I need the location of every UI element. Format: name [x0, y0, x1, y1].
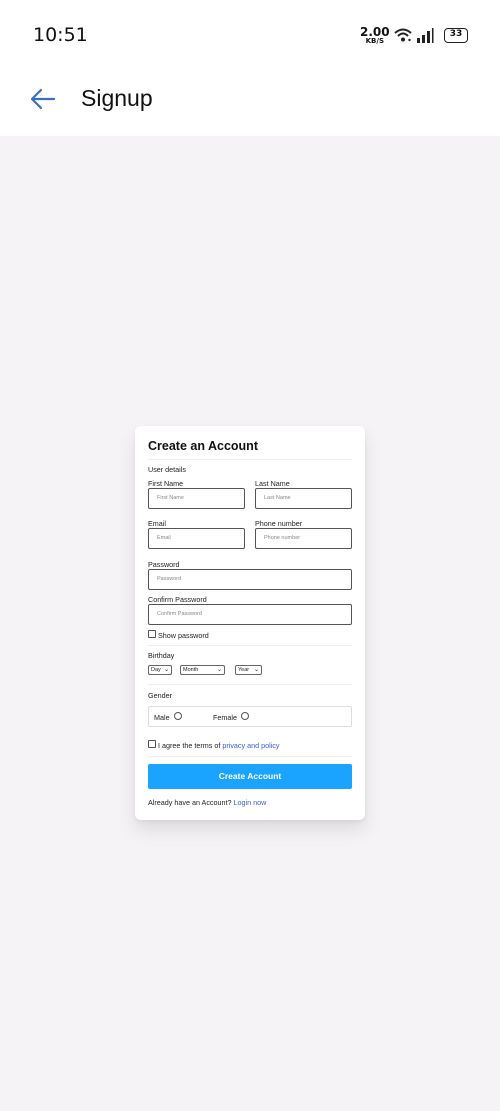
birthday-day-select[interactable]: Day ⌄	[148, 665, 172, 675]
birthday-label: Birthday	[148, 651, 175, 660]
page-title: Signup	[81, 85, 153, 111]
terms-prefix: I agree the terms of	[158, 741, 223, 750]
month-select-value: Month	[183, 667, 199, 673]
first-name-label: First Name	[148, 479, 184, 488]
app-bar: Signup	[0, 70, 500, 136]
signup-card: Create an Account User details First Nam…	[135, 426, 365, 820]
male-radio[interactable]	[174, 712, 182, 720]
female-radio[interactable]	[241, 712, 249, 720]
divider	[148, 756, 352, 757]
confirm-password-label: Confirm Password	[148, 595, 207, 604]
signal-icon	[417, 28, 434, 43]
status-bar: 10:51 2.00 KB/S 33	[0, 0, 500, 70]
email-label: Email	[148, 519, 166, 528]
email-field[interactable]: Email	[148, 528, 245, 549]
first-name-input[interactable]: First Name	[148, 488, 245, 509]
divider	[148, 684, 352, 685]
birthday-month-select[interactable]: Month ⌄	[180, 665, 225, 675]
last-name-input[interactable]: Last Name	[255, 488, 352, 509]
arrow-left-icon[interactable]	[28, 86, 58, 112]
wifi-icon	[394, 28, 412, 42]
form-title: Create an Account	[148, 439, 258, 453]
section-user-details: User details	[148, 465, 186, 474]
network-speed: 2.00 KB/S	[360, 26, 390, 45]
login-prompt-line: Already have an Account? Login now	[148, 798, 266, 807]
phone-label: Phone number	[255, 519, 303, 528]
battery-level: 33	[449, 29, 463, 39]
last-name-label: Last Name	[255, 479, 290, 488]
battery-icon: 33	[444, 28, 468, 43]
gender-label: Gender	[148, 691, 172, 700]
status-time: 10:51	[33, 24, 88, 46]
birthday-year-select[interactable]: Year ⌄	[235, 665, 262, 675]
chevron-down-icon: ⌄	[163, 667, 169, 673]
terms-checkbox[interactable]	[148, 740, 156, 748]
confirm-password-field[interactable]: Confirm Password	[148, 604, 352, 625]
male-label: Male	[154, 713, 170, 722]
divider	[148, 459, 352, 460]
show-password-checkbox[interactable]	[148, 630, 156, 638]
phone-field[interactable]: Phone number	[255, 528, 352, 549]
female-label: Female	[213, 713, 237, 722]
year-select-value: Year	[238, 667, 250, 673]
day-select-value: Day	[151, 667, 161, 673]
divider	[148, 645, 352, 646]
gender-options: Male Female	[148, 706, 352, 727]
chevron-down-icon: ⌄	[216, 667, 222, 673]
network-speed-unit: KB/S	[365, 37, 384, 45]
login-prompt: Already have an Account?	[148, 798, 232, 807]
chevron-down-icon: ⌄	[253, 667, 259, 673]
create-account-button[interactable]: Create Account	[148, 764, 352, 789]
password-label: Password	[148, 560, 180, 569]
privacy-policy-link[interactable]: privacy and policy	[222, 741, 279, 750]
password-field[interactable]: Password	[148, 569, 352, 590]
login-link[interactable]: Login now	[234, 798, 267, 807]
show-password-label: Show password	[158, 631, 209, 640]
terms-text: I agree the terms of privacy and policy	[158, 741, 279, 750]
